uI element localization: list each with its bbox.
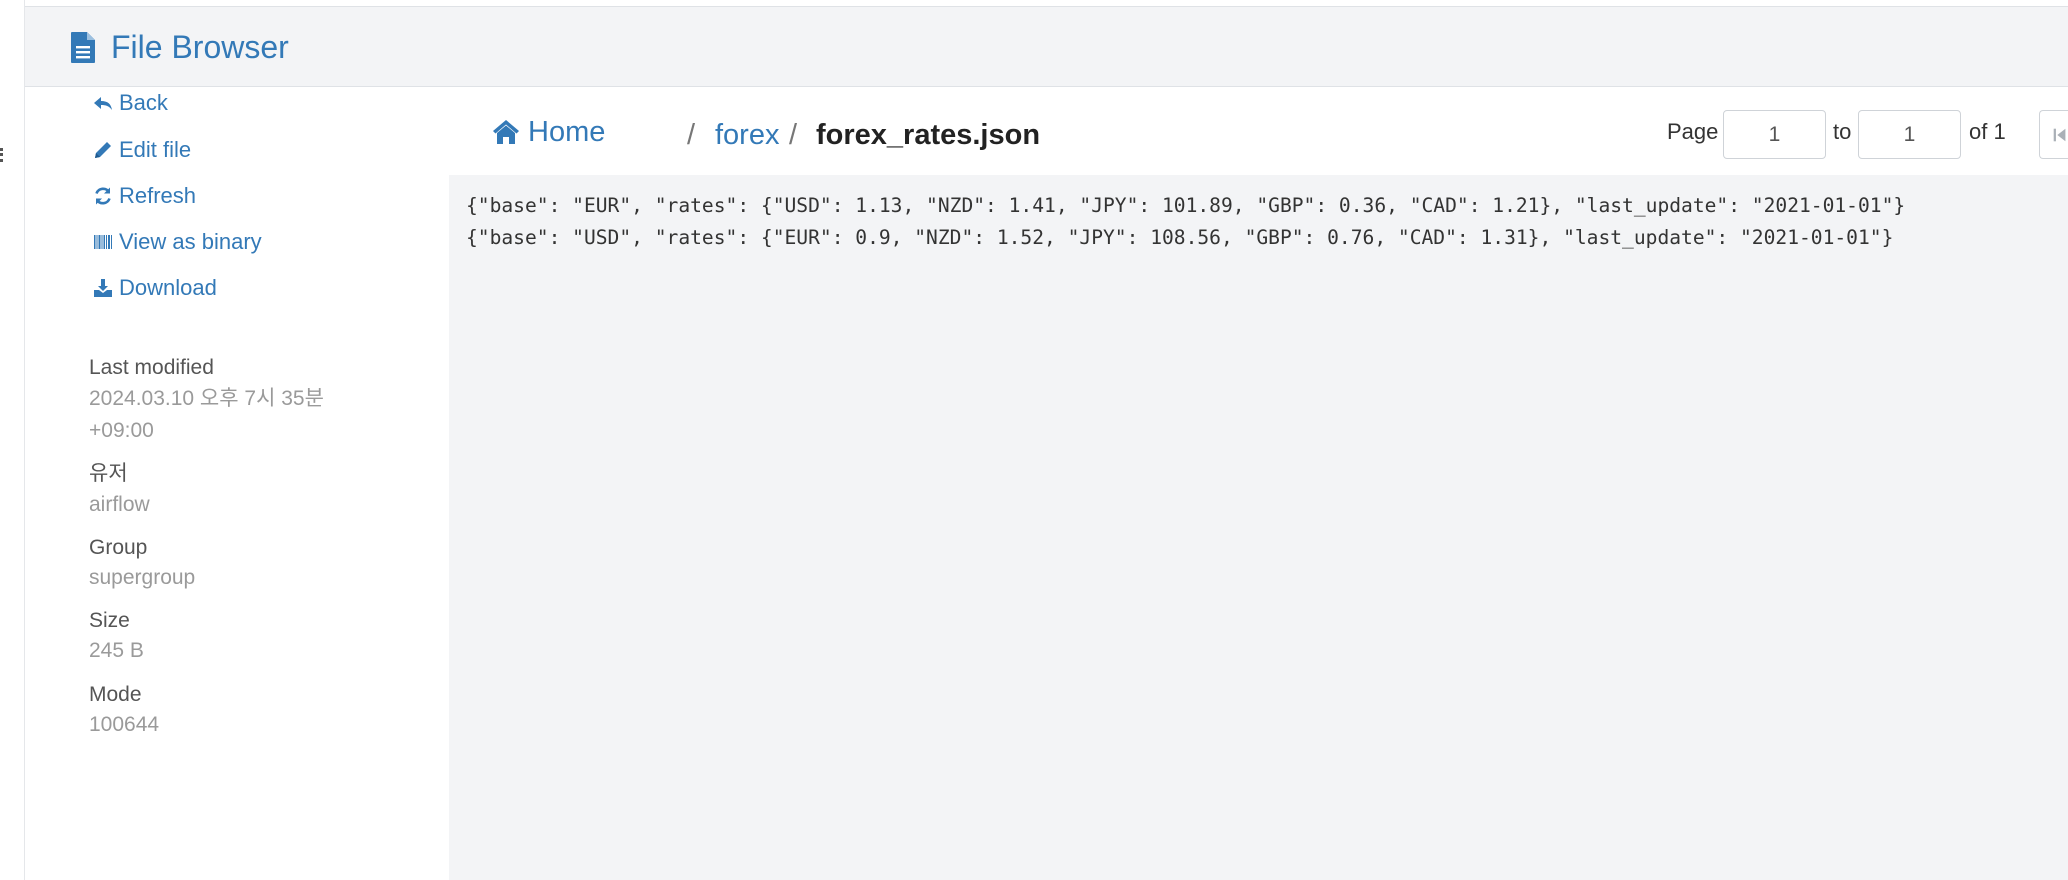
file-line: {"base": "EUR", "rates": {"USD": 1.13, "… bbox=[466, 194, 1906, 217]
view-as-binary-label: View as binary bbox=[119, 229, 262, 254]
file-sidebar: Back Edit file Refresh View as binary Do… bbox=[25, 87, 449, 880]
file-line: {"base": "USD", "rates": {"EUR": 0.9, "N… bbox=[466, 226, 1894, 249]
file-content-viewer: {"base": "EUR", "rates": {"USD": 1.13, "… bbox=[449, 175, 2068, 880]
reply-icon bbox=[94, 97, 112, 110]
size-label: Size bbox=[89, 609, 130, 632]
home-icon bbox=[493, 120, 519, 144]
view-as-binary-button[interactable]: View as binary bbox=[93, 228, 262, 256]
breadcrumb-separator: / bbox=[687, 119, 696, 151]
breadcrumb-current-file: forex_rates.json bbox=[816, 119, 1041, 151]
mode-label: Mode bbox=[89, 683, 142, 706]
pager-page-label: Page bbox=[1667, 119, 1719, 144]
barcode-icon bbox=[94, 235, 112, 249]
user-label-text: 유저 bbox=[89, 462, 128, 485]
user-value: airflow bbox=[89, 493, 150, 516]
file-text-icon bbox=[71, 32, 95, 63]
first-page-button[interactable] bbox=[2039, 110, 2068, 159]
mode-value: 100644 bbox=[89, 713, 160, 736]
collapse-handle-icon[interactable] bbox=[0, 148, 3, 162]
page-header: File Browser bbox=[25, 6, 2068, 87]
left-rail bbox=[0, 0, 25, 880]
breadcrumb-home[interactable]: Home bbox=[492, 115, 605, 149]
edit-file-button[interactable]: Edit file bbox=[93, 136, 191, 164]
breadcrumb-folder[interactable]: forex bbox=[715, 118, 779, 152]
group-value: supergroup bbox=[89, 566, 196, 589]
page-to-input[interactable] bbox=[1858, 110, 1961, 159]
pager-of-label: of 1 bbox=[1969, 119, 2006, 144]
size-value: 245 B bbox=[89, 639, 144, 662]
last-modified-value: 2024.03.10 오후 7시 35분 bbox=[89, 387, 324, 410]
download-icon bbox=[94, 279, 112, 297]
refresh-button[interactable]: Refresh bbox=[93, 182, 196, 210]
group-label: Group bbox=[89, 536, 148, 559]
refresh-icon bbox=[95, 187, 111, 205]
download-button[interactable]: Download bbox=[93, 274, 217, 302]
first-page-icon bbox=[2053, 128, 2065, 141]
page-title: File Browser bbox=[111, 29, 289, 65]
edit-file-label: Edit file bbox=[119, 137, 192, 162]
back-button[interactable]: Back bbox=[93, 89, 168, 117]
download-label: Download bbox=[119, 275, 217, 300]
breadcrumb-home-label: Home bbox=[528, 116, 606, 148]
pager-to-label: to bbox=[1833, 119, 1852, 144]
last-modified-timezone: +09:00 bbox=[89, 419, 154, 442]
pencil-icon bbox=[95, 142, 111, 158]
refresh-label: Refresh bbox=[119, 183, 197, 208]
last-modified-label: Last modified bbox=[89, 356, 214, 379]
breadcrumb-separator: / bbox=[789, 119, 798, 151]
file-toolbar: Home / forex / forex_rates.json Page to … bbox=[449, 87, 2068, 175]
back-label: Back bbox=[119, 90, 168, 115]
page-from-input[interactable] bbox=[1723, 110, 1826, 159]
